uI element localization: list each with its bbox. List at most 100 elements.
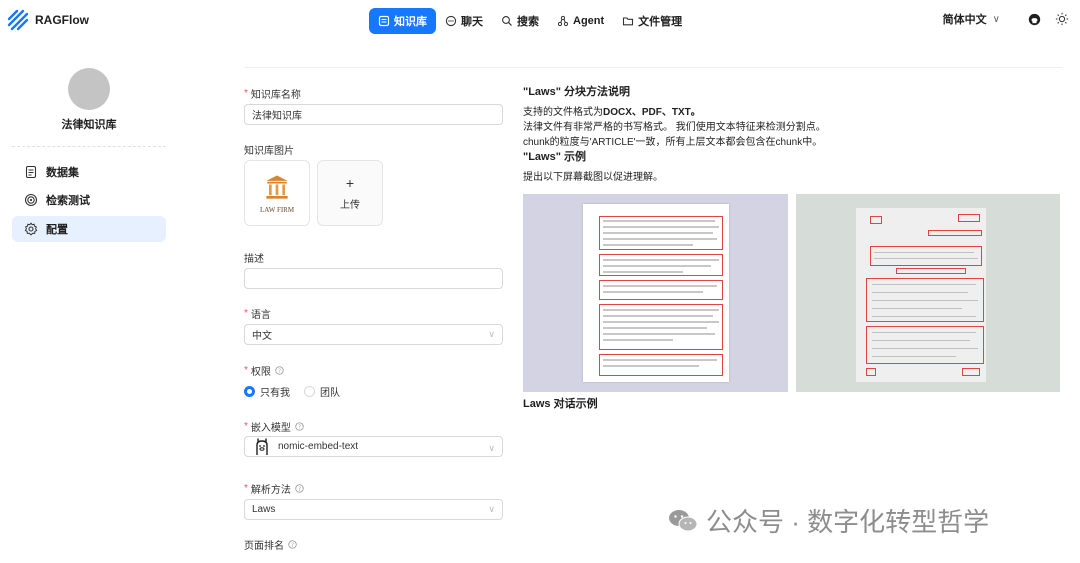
nav-label: 知识库 [394, 16, 427, 28]
upload-label: 上传 [340, 199, 360, 211]
formats-prefix: 支持的文件格式为 [523, 107, 603, 118]
database-icon [378, 15, 390, 27]
theme-toggle-icon[interactable] [1054, 11, 1070, 27]
nav-label: 聊天 [461, 16, 483, 28]
nav-label: Agent [573, 15, 605, 27]
agent-icon [557, 15, 569, 27]
language-value: 中文 [252, 331, 272, 342]
nav-label: 文件管理 [638, 16, 683, 28]
radio-only-me[interactable] [244, 386, 255, 397]
chevron-down-icon: ∨ [992, 13, 1000, 25]
header-divider [244, 67, 1062, 68]
permission-radio-group: 只有我 团队 [244, 384, 340, 399]
required-mark: * [244, 365, 248, 376]
sidebar-item-dataset[interactable]: 数据集 [12, 159, 166, 185]
language-label-text: 语言 [250, 310, 271, 321]
sidebar-divider [12, 146, 166, 147]
page-rank-label: 页面排名 ? [244, 537, 297, 552]
ollama-icon [252, 437, 272, 457]
law-firm-logo-icon [266, 175, 288, 199]
image-label-text: 知识库图片 [244, 146, 294, 157]
app-name: RAGFlow [35, 13, 89, 27]
chevron-down-icon: ∨ [488, 329, 495, 339]
help-icon[interactable]: ? [295, 422, 304, 431]
example-image-left [523, 194, 788, 392]
svg-text:?: ? [291, 543, 294, 549]
sidebar-item-label: 检索测试 [46, 195, 90, 207]
help-icon[interactable]: ? [288, 540, 297, 549]
language-field-label: * 语言 [244, 306, 271, 321]
sidebar-item-config[interactable]: 配置 [12, 216, 166, 242]
sidebar-item-retrieval-test[interactable]: 检索测试 [12, 187, 166, 213]
wechat-watermark: 公众号 · 数字化转型哲学 [668, 502, 989, 539]
example-title: "Laws" 示例 [523, 151, 586, 163]
sidebar: 法律知识库 数据集 检索测试 配置 [0, 42, 178, 563]
parse-method-label: * 解析方法 ? [244, 481, 304, 496]
sidebar-item-label: 数据集 [46, 167, 79, 179]
radio-team[interactable] [304, 386, 315, 397]
dialog-example-title: Laws 对话示例 [523, 398, 598, 410]
required-mark: * [244, 308, 248, 319]
method-title: "Laws" 分块方法说明 [523, 86, 630, 98]
example-desc: 提出以下屏幕截图以促进理解。 [523, 172, 663, 183]
language-select-field[interactable]: 中文 ∨ [244, 324, 503, 345]
permission-label-text: 权限 [250, 367, 271, 378]
desc-label: 描述 [244, 250, 264, 265]
chevron-down-icon: ∨ [488, 504, 495, 514]
radio-only-me-label[interactable]: 只有我 [260, 384, 290, 399]
chevron-down-icon: ∨ [488, 443, 495, 453]
image-label: 知识库图片 [244, 142, 294, 157]
svg-text:?: ? [298, 487, 301, 493]
kb-name-value: 法律知识库 [252, 111, 302, 122]
parse-method-value: Laws [252, 504, 276, 515]
embed-model-label: * 嵌入模型 ? [244, 419, 304, 434]
method-line-formats: 支持的文件格式为DOCX、PDF、TXT。 [523, 105, 701, 120]
plus-icon: + [345, 174, 355, 191]
formats-list: DOCX、PDF、TXT。 [603, 107, 701, 118]
app-logo[interactable]: RAGFlow [7, 9, 89, 31]
page-rank-label-text: 页面排名 [244, 541, 284, 552]
top-bar: RAGFlow 知识库 聊天 搜索 Agent 文件管理 简体中文 ∨ [0, 0, 1080, 42]
folder-icon [622, 15, 634, 27]
header-actions: 简体中文 ∨ [943, 11, 1070, 27]
language-select[interactable]: 简体中文 ∨ [943, 11, 1000, 27]
nav-file-management[interactable]: 文件管理 [613, 8, 691, 34]
embed-label-text: 嵌入模型 [250, 423, 291, 434]
upload-button[interactable]: + 上传 [317, 160, 383, 226]
svg-text:?: ? [298, 425, 301, 431]
search-icon [501, 15, 513, 27]
name-label-text: 知识库名称 [250, 90, 301, 101]
svg-text:?: ? [278, 369, 281, 375]
github-icon[interactable] [1026, 11, 1042, 27]
example-image-right [796, 194, 1060, 392]
desc-label-text: 描述 [244, 254, 264, 265]
kb-name: 法律知识库 [61, 119, 117, 131]
example-document-page [583, 204, 729, 382]
embed-model-select[interactable]: nomic-embed-text ∨ [244, 436, 503, 457]
example-document-scan [856, 208, 986, 382]
target-icon [24, 193, 38, 207]
kb-name-input[interactable]: 法律知识库 [244, 104, 503, 125]
chat-icon [445, 15, 457, 27]
file-icon [24, 165, 38, 179]
watermark-text: 公众号 · 数字化转型哲学 [706, 507, 990, 537]
help-icon[interactable]: ? [295, 484, 304, 493]
nav-agent[interactable]: Agent [548, 8, 613, 34]
kb-avatar [68, 68, 110, 110]
gear-icon [24, 222, 38, 236]
parse-method-select[interactable]: Laws ∨ [244, 499, 503, 520]
ragflow-logo-icon [7, 9, 29, 31]
required-mark: * [244, 421, 248, 432]
nav-chat[interactable]: 聊天 [436, 8, 492, 34]
method-line-3: chunk的粒度与'ARTICLE'一致，所有上层文本都会包含在chunk中。 [523, 137, 823, 148]
help-icon[interactable]: ? [275, 366, 284, 375]
name-label: * 知识库名称 [244, 86, 301, 101]
radio-team-label[interactable]: 团队 [320, 384, 340, 399]
sidebar-item-label: 配置 [46, 224, 68, 236]
main-nav: 知识库 聊天 搜索 Agent 文件管理 [369, 8, 691, 34]
nav-knowledge-base[interactable]: 知识库 [369, 8, 436, 34]
language-label: 简体中文 [942, 14, 987, 26]
nav-search[interactable]: 搜索 [492, 8, 548, 34]
kb-image-preview[interactable]: LAW FIRM [244, 160, 310, 226]
description-input[interactable] [244, 268, 503, 289]
